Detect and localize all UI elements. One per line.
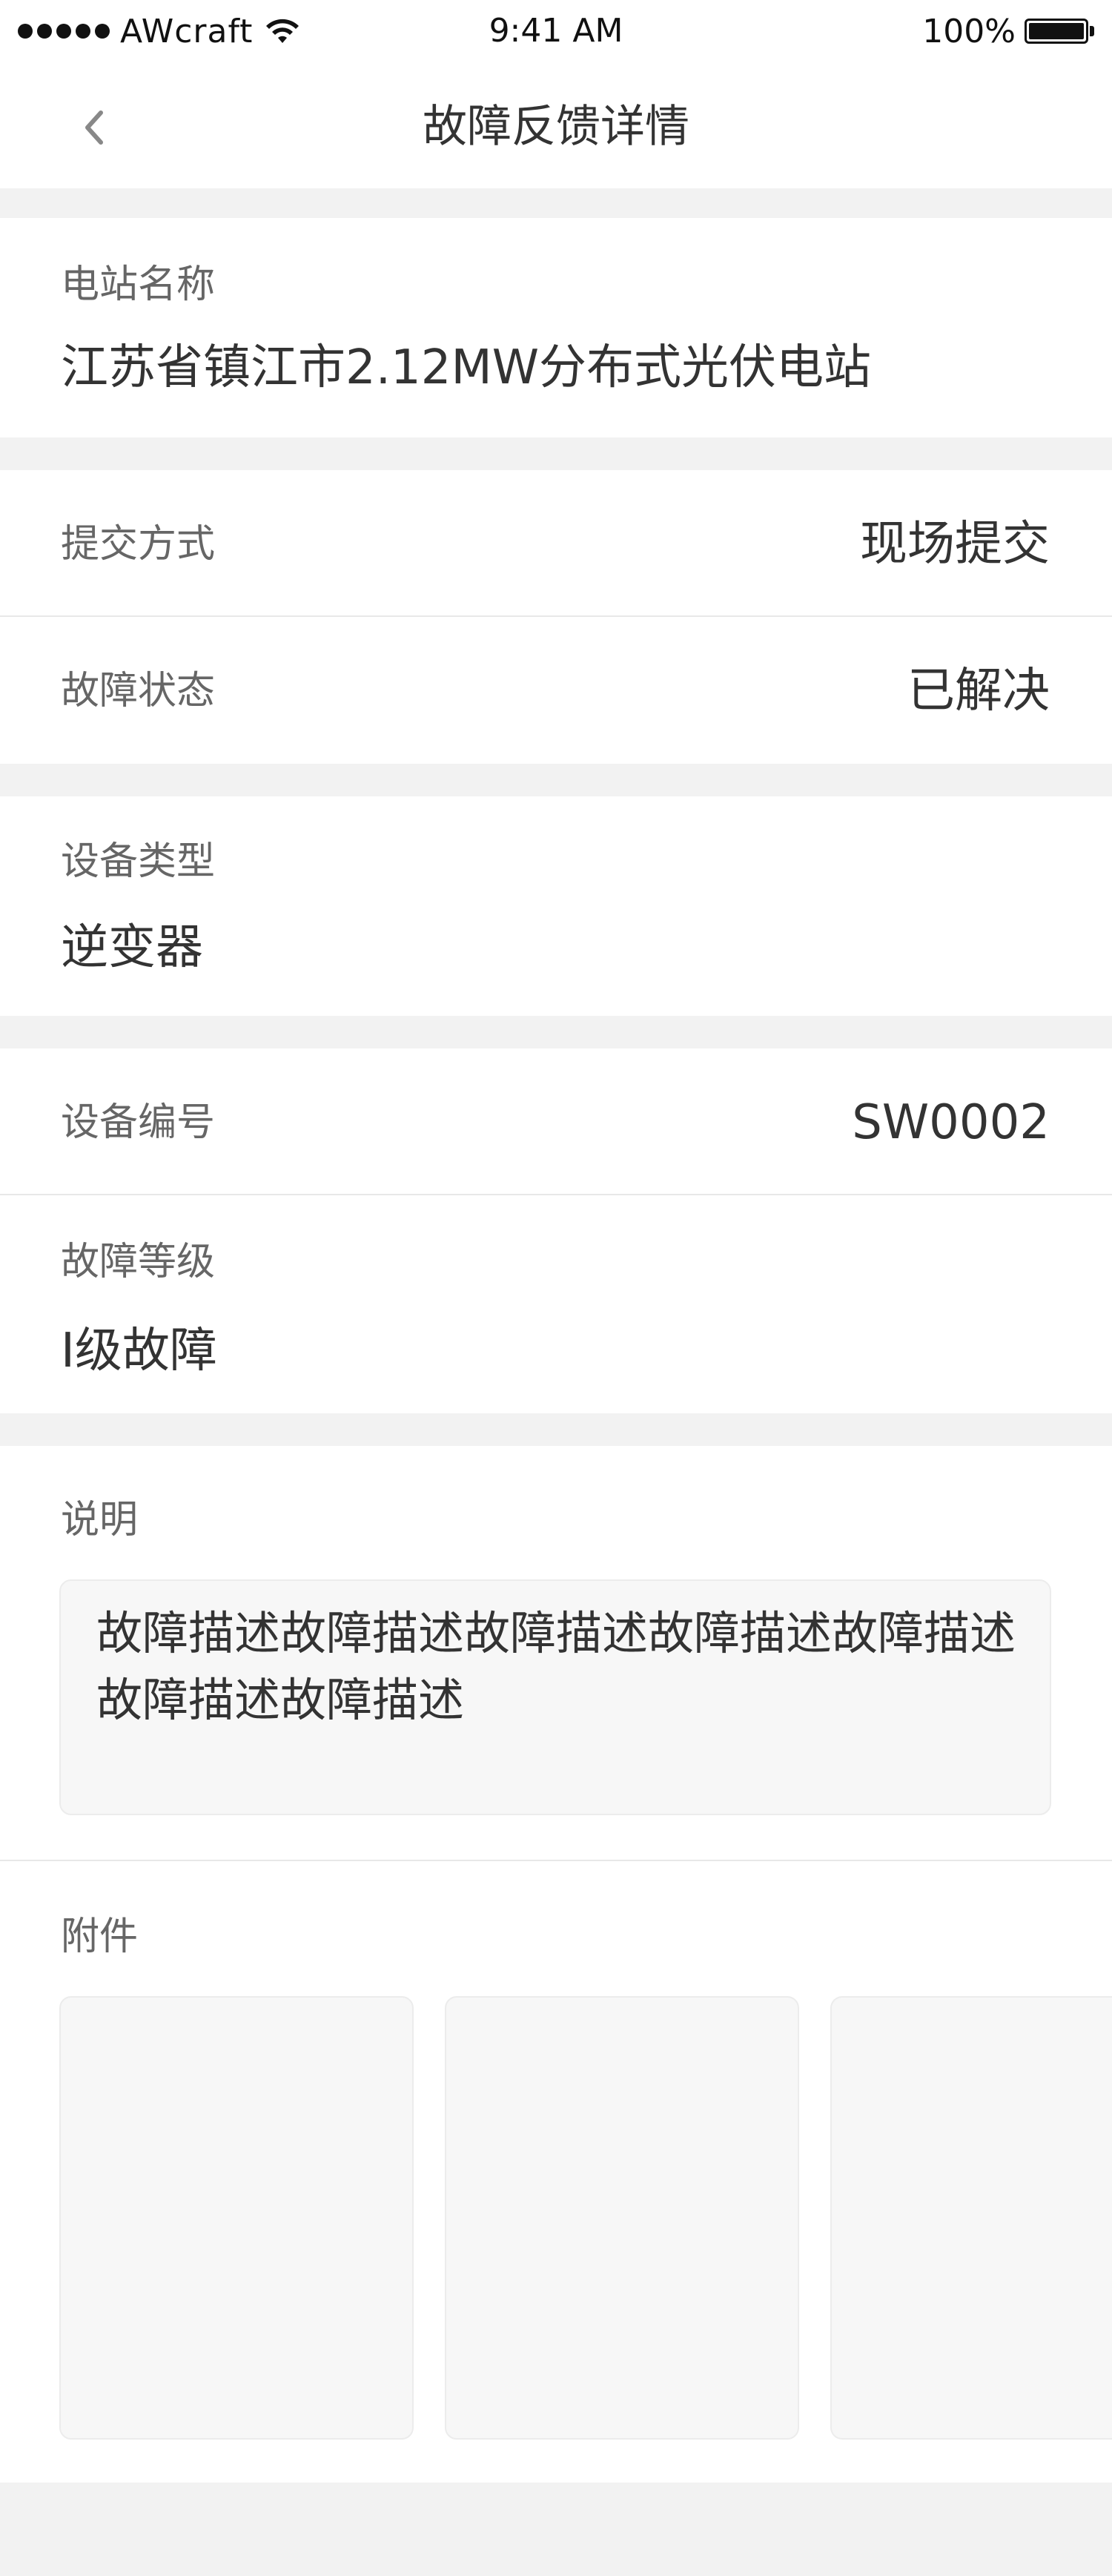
device-type-value: 逆变器 xyxy=(61,920,203,975)
section-divider xyxy=(0,1860,1112,1861)
nav-bar: 故障反馈详情 xyxy=(0,65,1112,188)
device-no-label: 设备编号 xyxy=(61,1100,216,1145)
device-type-label: 设备类型 xyxy=(61,839,216,884)
attachment-thumbnail[interactable] xyxy=(445,1996,799,2440)
device-info-card: 设备编号 SW0002 故障等级 I级故障 xyxy=(0,1048,1112,1413)
battery-cap xyxy=(1090,26,1094,36)
station-label: 电站名称 xyxy=(61,262,216,307)
station-card: 电站名称 江苏省镇江市2.12MW分布式光伏电站 xyxy=(0,218,1112,437)
battery-percent: 100% xyxy=(922,12,1016,50)
battery-icon xyxy=(1025,19,1088,44)
status-bar: AWcraft 9:41 AM 100% xyxy=(0,0,1112,65)
description-label: 说明 xyxy=(61,1498,139,1542)
description-text: 故障描述故障描述故障描述故障描述故障描述故障描述故障描述 xyxy=(96,1606,1016,1727)
chevron-left-icon[interactable] xyxy=(71,104,119,151)
row-divider xyxy=(0,615,1112,617)
fault-level-value: I级故障 xyxy=(61,1324,217,1378)
fault-level-label: 故障等级 xyxy=(61,1240,216,1284)
description-box: 故障描述故障描述故障描述故障描述故障描述故障描述故障描述 xyxy=(59,1579,1051,1815)
submit-method-label: 提交方式 xyxy=(61,522,216,567)
device-type-card: 设备类型 逆变器 xyxy=(0,796,1112,1016)
status-card: 提交方式 现场提交 故障状态 已解决 xyxy=(0,470,1112,764)
device-no-value: SW0002 xyxy=(852,1095,1050,1150)
fault-status-label: 故障状态 xyxy=(61,669,216,713)
attachment-thumbnail[interactable] xyxy=(830,1996,1112,2440)
page-title: 故障反馈详情 xyxy=(423,101,689,153)
submit-method-value: 现场提交 xyxy=(860,517,1050,572)
status-right: 100% xyxy=(922,10,1094,52)
row-divider xyxy=(0,1194,1112,1195)
attachment-thumbnail[interactable] xyxy=(59,1996,414,2440)
attachments-label: 附件 xyxy=(61,1915,139,1959)
station-value: 江苏省镇江市2.12MW分布式光伏电站 xyxy=(61,340,871,395)
fault-status-value: 已解决 xyxy=(907,664,1050,719)
